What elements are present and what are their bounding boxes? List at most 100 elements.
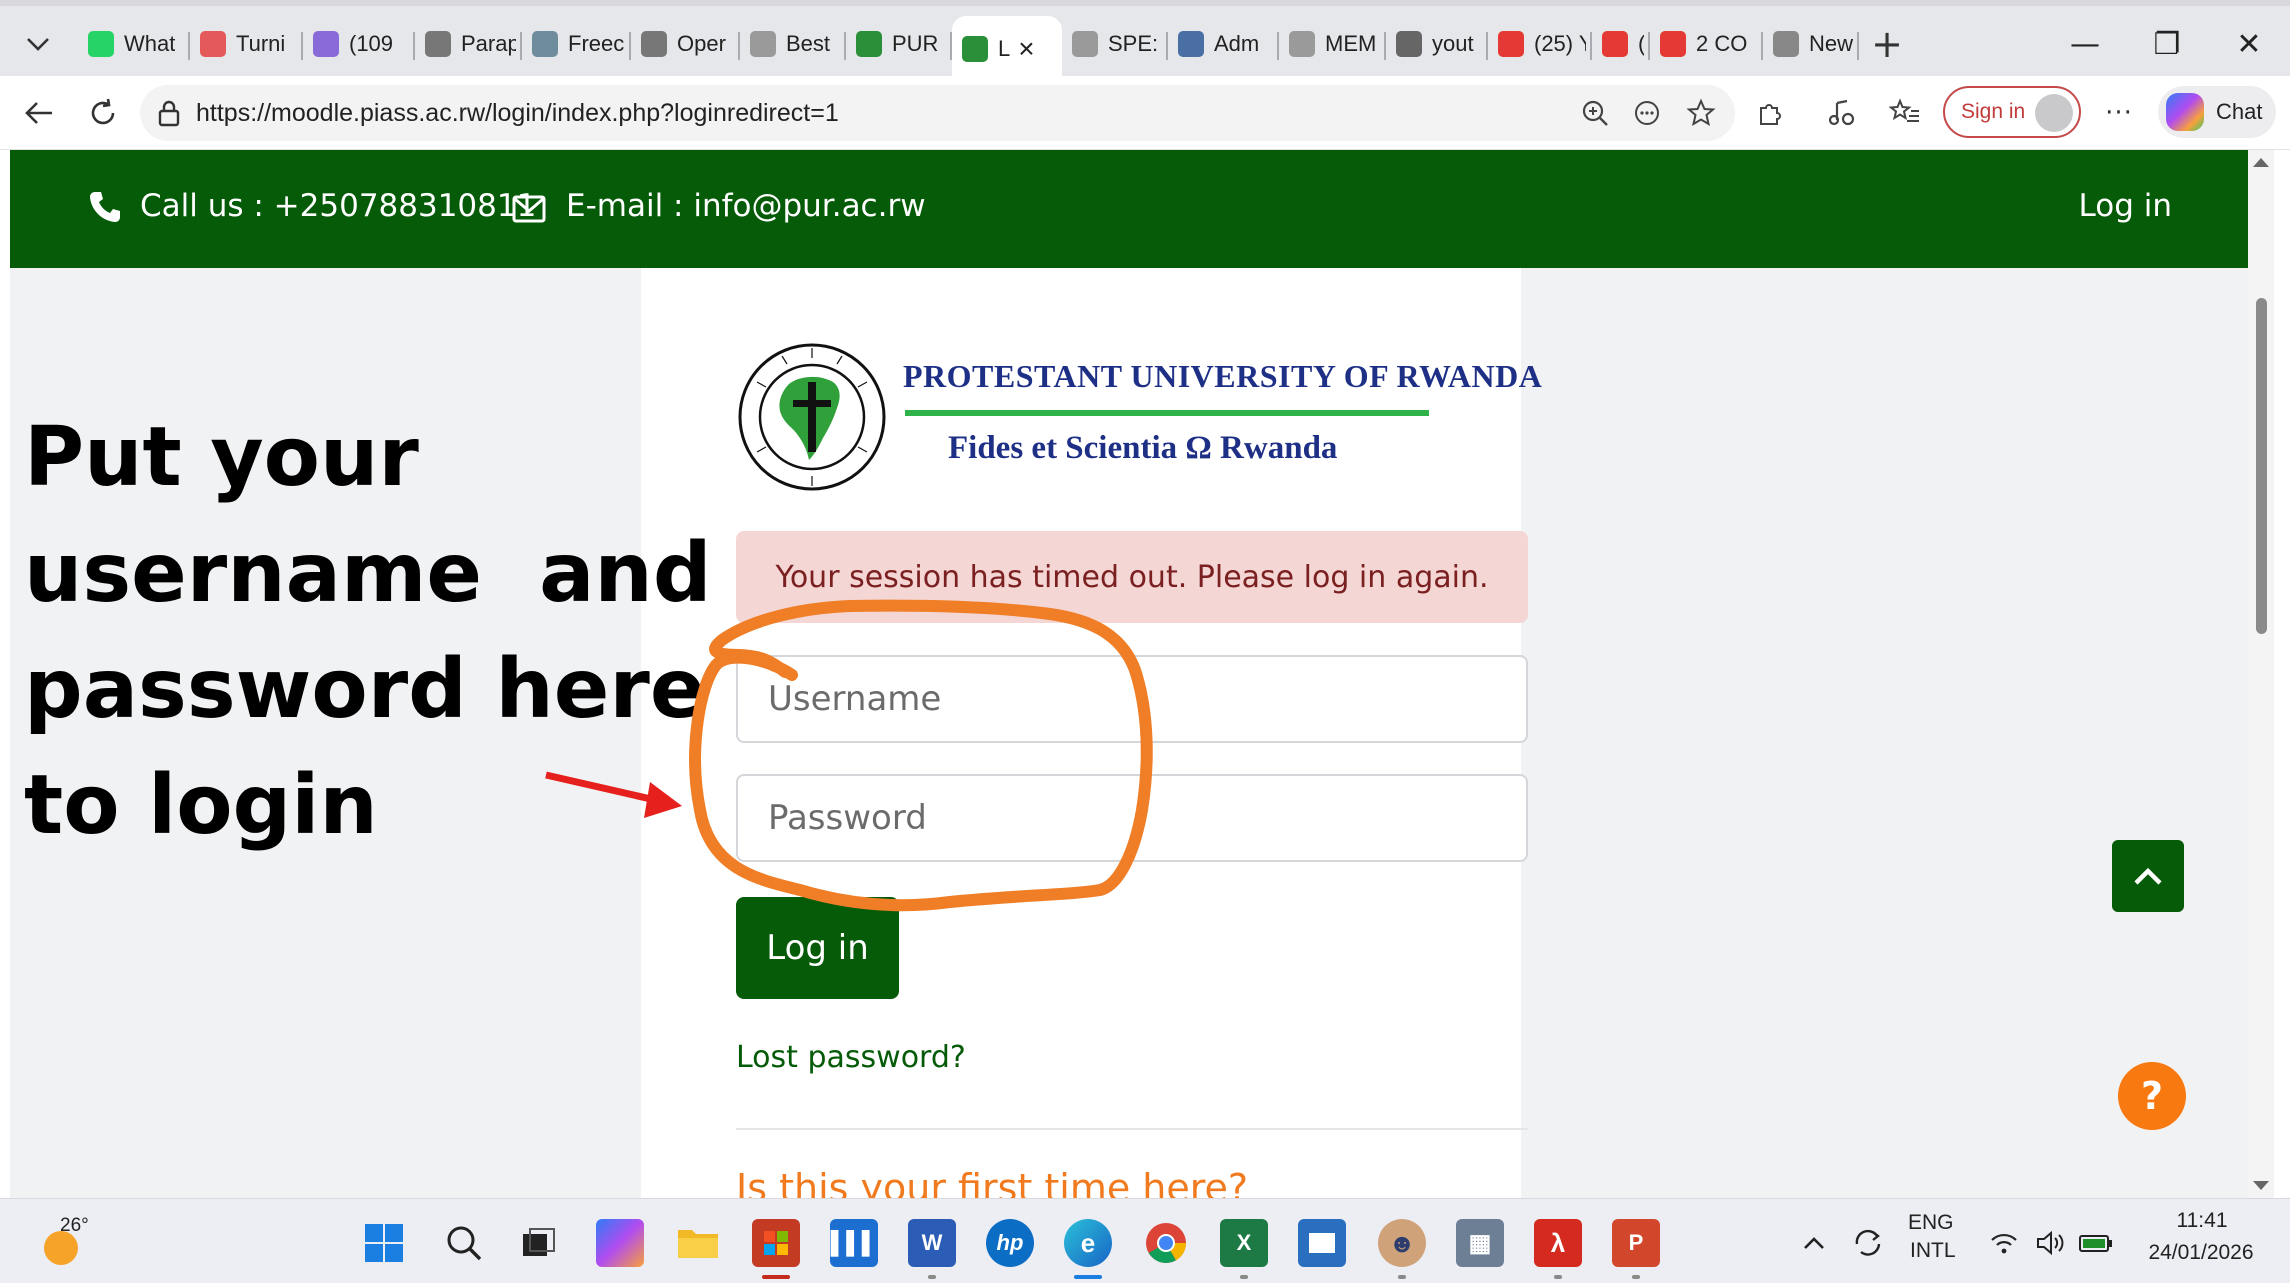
favorite-star-icon[interactable] — [1684, 96, 1718, 130]
scroll-to-top-button[interactable] — [2112, 840, 2184, 912]
search-icon — [1396, 31, 1422, 57]
youtube-icon — [1602, 31, 1628, 57]
close-window-button[interactable]: ✕ — [2208, 12, 2290, 76]
excel-app-icon[interactable]: X — [1220, 1219, 1268, 1279]
browser-tab[interactable]: 2 CO — [1650, 12, 1763, 76]
help-button[interactable]: ? — [2118, 1062, 2186, 1130]
audio-editor-app-icon[interactable]: ▌▌▌ — [830, 1219, 878, 1267]
presenter-app-icon[interactable] — [1298, 1219, 1346, 1267]
browser-tab[interactable]: Oper — [631, 12, 740, 76]
user-app-icon[interactable]: ☻ — [1378, 1219, 1426, 1279]
refresh-button[interactable] — [78, 88, 128, 138]
powerpoint-app-icon[interactable]: P — [1612, 1219, 1660, 1279]
clock-date[interactable]: 24/01/2026 — [2136, 1241, 2266, 1265]
scroll-up-arrow-icon[interactable] — [2253, 158, 2269, 167]
avatar — [2035, 94, 2073, 132]
sign-in-button[interactable]: Sign in — [1943, 86, 2081, 138]
username-input[interactable] — [736, 655, 1528, 743]
puzzle-icon — [1760, 104, 1781, 125]
browser-tab[interactable]: Parap — [415, 12, 522, 76]
tab-label: New — [1809, 31, 1853, 56]
battery-button[interactable] — [2072, 1219, 2120, 1267]
browser-tab[interactable]: SPE: — [1062, 12, 1168, 76]
pdf-icon — [200, 31, 226, 57]
pur-icon — [962, 36, 988, 62]
calculator-app-icon[interactable]: ▦ — [1456, 1219, 1504, 1267]
header-login-link[interactable]: Log in — [2079, 188, 2172, 224]
password-input[interactable] — [736, 774, 1528, 862]
lock-icon[interactable] — [154, 98, 184, 128]
tab-list: What Turni (109 Parap Freec Oper Best PUR L × SPE:… — [78, 12, 1915, 82]
chevron-down-icon — [27, 38, 49, 51]
browser-tab[interactable]: Adm — [1168, 12, 1279, 76]
restore-button[interactable]: ❐ — [2126, 12, 2208, 76]
task-view-button[interactable] — [514, 1219, 562, 1267]
microsoft-store-icon[interactable] — [752, 1219, 800, 1279]
scroll-down-arrow-icon[interactable] — [2253, 1181, 2269, 1190]
pur-icon — [856, 31, 882, 57]
browser-tab[interactable]: (25) Y — [1488, 12, 1592, 76]
start-button[interactable] — [360, 1219, 408, 1267]
temperature: 26° — [60, 1215, 89, 1236]
chrome-app-icon[interactable] — [1142, 1219, 1190, 1267]
page-scrollbar[interactable] — [2248, 150, 2274, 1198]
copilot-app-icon[interactable] — [596, 1219, 644, 1267]
weather-widget[interactable]: 26° — [40, 1213, 96, 1269]
browser-tab[interactable]: Turni — [190, 12, 303, 76]
favorites-button[interactable] — [1880, 88, 1930, 138]
address-bar[interactable]: https://moodle.piass.ac.rw/login/index.p… — [140, 85, 1735, 141]
task-view-icon — [523, 1228, 555, 1256]
email-text: E-mail : info@pur.ac.rw — [566, 188, 926, 224]
browser-tab[interactable]: Freec — [522, 12, 631, 76]
running-indicator — [1554, 1275, 1562, 1279]
clock-time[interactable]: 11:41 — [2152, 1209, 2252, 1233]
word-app-icon[interactable]: W — [908, 1219, 956, 1279]
hp-app-icon[interactable]: hp — [986, 1219, 1034, 1267]
edge-app-icon[interactable]: e — [1064, 1219, 1112, 1279]
settings-menu-button[interactable]: ··· — [2094, 88, 2144, 138]
music-note-icon — [1828, 99, 1855, 126]
browser-tab[interactable]: (109 — [303, 12, 415, 76]
acrobat-app-icon[interactable]: λ — [1534, 1219, 1582, 1279]
tab-label: PUR — [892, 31, 939, 56]
zoom-icon[interactable] — [1578, 96, 1612, 130]
tab-list-button[interactable] — [10, 18, 66, 70]
browser-tab[interactable]: Best — [740, 12, 846, 76]
wifi-button[interactable] — [1980, 1219, 2028, 1267]
sync-button[interactable] — [1844, 1219, 1892, 1267]
browser-tab[interactable]: yout — [1386, 12, 1488, 76]
browser-tab[interactable]: What — [78, 12, 190, 76]
lost-password-link[interactable]: Lost password? — [736, 1040, 966, 1075]
browser-tab[interactable]: PUR — [846, 12, 952, 76]
close-tab-icon[interactable]: × — [1018, 33, 1034, 65]
file-explorer-icon[interactable] — [674, 1219, 722, 1267]
login-button[interactable]: Log in — [736, 897, 899, 999]
tab-label: What — [124, 31, 176, 56]
tab-active[interactable]: L × — [952, 16, 1062, 82]
envelope-icon — [512, 195, 546, 223]
browser-tab[interactable]: New — [1763, 12, 1859, 76]
new-tab-button[interactable]: + — [1859, 12, 1915, 76]
search-button[interactable] — [440, 1219, 488, 1267]
media-button[interactable] — [1817, 88, 1867, 138]
tab-label: L — [998, 36, 1011, 61]
url-text[interactable]: https://moodle.piass.ac.rw/login/index.p… — [196, 99, 839, 128]
youtube-icon — [1498, 31, 1524, 57]
keyboard-layout[interactable]: INTL — [1910, 1239, 1956, 1263]
tab-label: SPE: — [1108, 31, 1159, 56]
more-tools-icon[interactable] — [1630, 96, 1664, 130]
running-indicator — [1240, 1275, 1248, 1279]
screen-icon — [1309, 1233, 1335, 1253]
browser-tab[interactable]: MEM — [1279, 12, 1386, 76]
minimize-button[interactable]: — — [2044, 12, 2126, 76]
copilot-chat-button[interactable]: Chat — [2158, 86, 2276, 138]
scrollbar-thumb[interactable] — [2256, 298, 2267, 634]
more-dots-icon: ··· — [2105, 98, 2133, 128]
volume-button[interactable] — [2026, 1219, 2074, 1267]
windows-logo-icon — [365, 1224, 403, 1262]
browser-tab[interactable]: ( — [1592, 12, 1650, 76]
back-button[interactable] — [14, 88, 64, 138]
show-hidden-icons-button[interactable] — [1790, 1219, 1838, 1267]
input-language[interactable]: ENG — [1908, 1211, 1954, 1235]
extensions-button[interactable] — [1745, 88, 1795, 138]
